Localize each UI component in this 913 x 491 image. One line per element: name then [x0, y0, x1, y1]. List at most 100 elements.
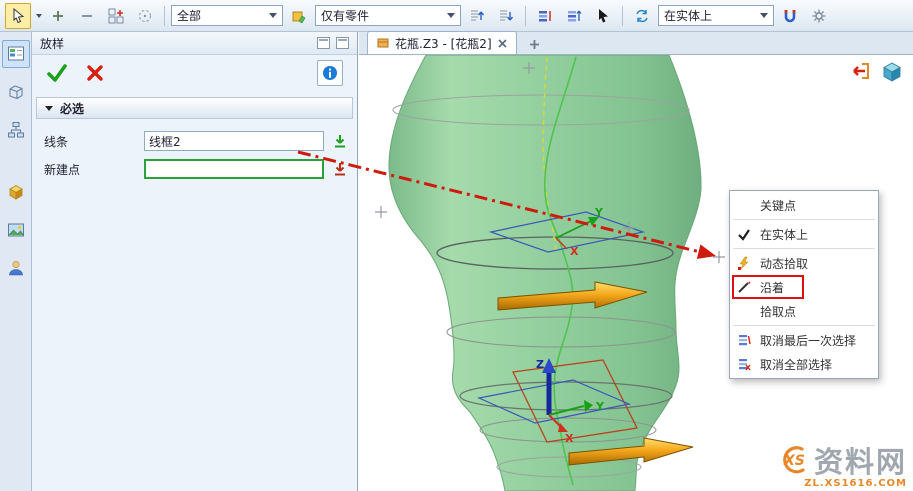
wireframe-box-icon [7, 83, 25, 101]
wireframe-view-button[interactable] [2, 78, 30, 106]
plus-icon [51, 9, 65, 23]
pick-tool-button[interactable] [5, 3, 31, 29]
render-view-button[interactable] [2, 216, 30, 244]
sort-up-icon [469, 8, 485, 24]
user-session-button[interactable] [2, 254, 30, 282]
ok-button[interactable] [46, 63, 68, 83]
check-icon [737, 227, 751, 241]
menu-item-clear-all-picks[interactable]: 取消全部选择 [730, 352, 878, 376]
solid-view-button[interactable] [2, 178, 30, 206]
new-tab-button[interactable] [525, 34, 545, 54]
snap-button[interactable] [777, 3, 803, 29]
tree-icon [7, 121, 25, 139]
manager-icon [7, 45, 25, 63]
curves-label: 线条 [38, 133, 144, 150]
filter-dropdown[interactable]: 全部 [171, 5, 283, 26]
select-arrow-button[interactable] [590, 3, 616, 29]
axis-x-top-label: X [570, 245, 579, 258]
info-icon [322, 65, 338, 81]
chevron-down-icon [447, 13, 455, 18]
part-file-icon [377, 37, 389, 49]
add-selection-button[interactable] [45, 3, 71, 29]
pick-down-arrow-red-icon [332, 161, 348, 177]
stack-bars-icon [537, 8, 553, 24]
panel-float-icon[interactable] [317, 37, 330, 49]
panel-title: 放样 [40, 35, 311, 52]
side-toolbar [0, 32, 32, 491]
toolbar-separator [164, 6, 165, 26]
solid-cube-icon [7, 183, 25, 201]
selection-stack-alt-button[interactable] [561, 3, 587, 29]
tab-vase-document[interactable]: 花瓶.Z3 - [花瓶2] [367, 31, 517, 54]
pick-tool-caret-icon[interactable] [36, 14, 42, 18]
curves-pick-button[interactable] [332, 133, 348, 149]
watermark-url: ZL.XS1616.COM [804, 478, 907, 489]
required-section-header[interactable]: 必选 [36, 97, 353, 119]
loft-form: 线条 线框2 新建点 [32, 119, 357, 191]
shape-filter-button[interactable] [286, 3, 312, 29]
viewport-corner-buttons [849, 61, 903, 83]
new-point-label: 新建点 [38, 161, 144, 178]
panel-actions [32, 55, 357, 91]
chevron-down-icon [760, 13, 768, 18]
assembly-tree-button[interactable] [2, 116, 30, 144]
watermark-brand: 资料网 [814, 439, 907, 481]
curves-input-value: 线框2 [149, 133, 181, 150]
list-order-down-button[interactable] [493, 3, 519, 29]
panel-dock-icon[interactable] [336, 37, 349, 49]
menu-separator [733, 248, 875, 249]
toolbar-separator [525, 6, 526, 26]
lasso-select-button[interactable] [132, 3, 158, 29]
new-point-input[interactable] [144, 159, 324, 179]
new-point-pick-button[interactable] [332, 161, 348, 177]
pencil-along-icon [737, 280, 751, 294]
toolbar-separator [622, 6, 623, 26]
menu-item-label: 沿着 [760, 279, 784, 296]
exit-sketch-icon[interactable] [849, 61, 871, 81]
list-order-up-button[interactable] [464, 3, 490, 29]
menu-item-along[interactable]: 沿着 [730, 275, 878, 299]
model-canvas[interactable]: Y X Z Y X [359, 55, 913, 491]
image-icon [7, 221, 25, 239]
pick-down-arrow-green-icon [332, 133, 348, 149]
tab-close-icon[interactable] [498, 39, 507, 48]
settings-button[interactable] [806, 3, 832, 29]
multi-select-button[interactable] [103, 3, 129, 29]
menu-item-keypoint[interactable]: 关键点 [730, 193, 878, 217]
top-toolbar: 全部 仅有零件 [0, 0, 913, 32]
pick-mode-dropdown[interactable]: 在实体上 [658, 5, 774, 26]
menu-item-label: 取消最后一次选择 [760, 332, 856, 349]
info-button[interactable] [317, 60, 343, 86]
watermark: XS 资料网 ZL.XS1616.COM [772, 439, 907, 489]
menu-item-pick-point[interactable]: 拾取点 [730, 299, 878, 323]
axis-z-label: Z [536, 358, 544, 371]
menu-item-label: 取消全部选择 [760, 356, 832, 373]
part-filter-icon [291, 8, 307, 24]
cursor-icon [11, 8, 26, 23]
user-icon [7, 259, 25, 277]
manager-panel-button[interactable] [2, 40, 30, 68]
selection-stack-button[interactable] [532, 3, 558, 29]
new-tab-plus-icon [529, 39, 540, 50]
required-section-label: 必选 [60, 100, 84, 117]
filter-dropdown-value: 全部 [177, 7, 201, 24]
entity-type-dropdown[interactable]: 仅有零件 [315, 5, 461, 26]
refilter-button[interactable] [629, 3, 655, 29]
remove-selection-button[interactable] [74, 3, 100, 29]
watermark-logo-text: XS [783, 453, 805, 469]
axis-y-label: Y [595, 400, 605, 413]
watermark-logo-icon: XS [772, 444, 812, 476]
cancel-button[interactable] [86, 64, 104, 82]
menu-item-label: 动态拾取 [760, 255, 808, 272]
menu-item-undo-last-pick[interactable]: 取消最后一次选择 [730, 328, 878, 352]
curves-row: 线条 线框2 [38, 127, 351, 155]
menu-item-dynamic-pick[interactable]: 动态拾取 [730, 251, 878, 275]
pick-mode-dropdown-value: 在实体上 [664, 7, 712, 24]
menu-item-on-entity[interactable]: 在实体上 [730, 222, 878, 246]
sync-arrows-icon [634, 8, 650, 24]
loft-panel: 放样 必选 线条 [32, 32, 358, 491]
menu-separator [733, 219, 875, 220]
curves-input[interactable]: 线框2 [144, 131, 324, 151]
collapse-arrow-icon [45, 106, 53, 111]
view-cube-icon[interactable] [881, 61, 903, 83]
